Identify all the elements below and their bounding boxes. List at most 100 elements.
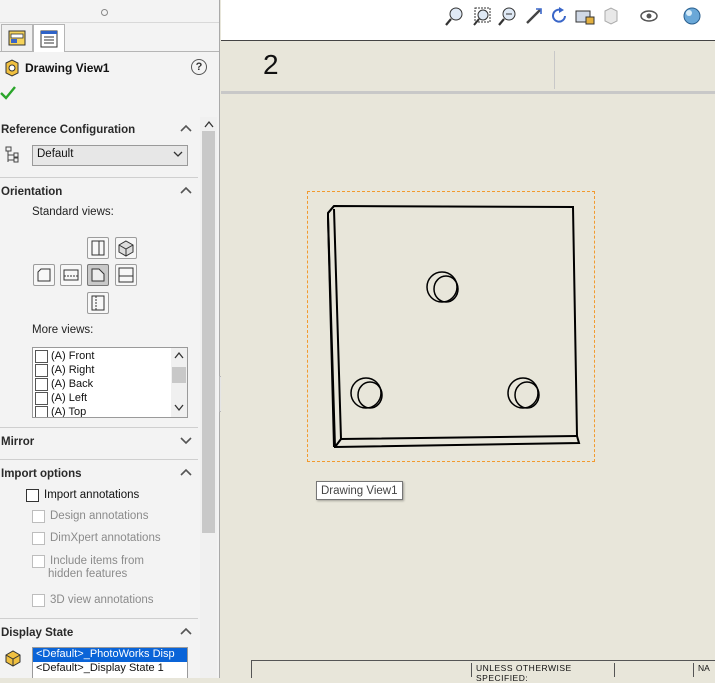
divider	[0, 427, 198, 428]
configuration-icon	[5, 146, 19, 163]
list-item[interactable]: (A) Top	[35, 405, 86, 417]
list-item-label: (A) Back	[51, 378, 94, 390]
hide-show-icon	[640, 10, 658, 22]
list-item[interactable]: <Default>_PhotoWorks Disp	[33, 648, 187, 663]
bottom-view-icon	[91, 295, 105, 311]
view-left-button[interactable]	[33, 264, 55, 286]
more-views-label: More views:	[32, 324, 94, 336]
section-title: Display State	[1, 627, 74, 639]
list-item[interactable]: <Default>_Display State 1	[33, 662, 187, 676]
title-block-cell: NA	[693, 663, 710, 677]
reference-configuration-select[interactable]: Default	[32, 145, 188, 166]
view-right-button[interactable]	[115, 264, 137, 286]
divider	[0, 618, 198, 619]
rotate-view-button[interactable]	[548, 5, 570, 27]
display-state-icon	[5, 650, 21, 667]
list-item[interactable]: (A) Left	[35, 391, 87, 405]
top-view-icon	[63, 269, 79, 281]
drawing-view-part[interactable]	[221, 41, 715, 501]
title-block-border	[251, 660, 252, 678]
orientation-header[interactable]: Orientation	[0, 183, 198, 201]
zoom-to-fit-button[interactable]	[444, 5, 466, 27]
scroll-up-icon[interactable]	[204, 120, 214, 128]
checkbox-label-continued: hidden features	[48, 568, 128, 580]
checkbox[interactable]	[35, 349, 48, 363]
divider	[0, 177, 198, 178]
checkbox-label: 3D view annotations	[50, 594, 154, 606]
list-icon	[40, 30, 58, 47]
isometric-view-icon	[118, 240, 134, 257]
dimxpert-annotations-checkbox: DimXpert annotations	[32, 530, 161, 546]
view-isometric-button[interactable]	[115, 237, 137, 259]
checkbox-label: Design annotations	[50, 510, 149, 522]
drawing-sheet[interactable]: 2 Drawing View1	[221, 41, 715, 678]
reference-configuration-header[interactable]: Reference Configuration	[0, 121, 198, 139]
previous-view-icon	[526, 8, 542, 24]
scroll-thumb[interactable]	[172, 367, 186, 383]
checkbox[interactable]	[26, 488, 39, 502]
checkbox[interactable]	[35, 405, 48, 417]
view-back-button[interactable]	[87, 237, 109, 259]
rotate-icon	[552, 7, 566, 23]
list-item[interactable]: (A) Front	[35, 349, 94, 363]
camera-view-icon	[575, 10, 595, 25]
checkbox[interactable]	[35, 377, 48, 391]
front-view-icon	[91, 268, 105, 282]
section-title: Import options	[1, 468, 82, 480]
scene-button[interactable]	[681, 5, 703, 27]
3d-view-annotations-checkbox: 3D view annotations	[32, 592, 154, 608]
mirror-header[interactable]: Mirror	[0, 433, 198, 451]
chevron-up-icon	[180, 627, 192, 635]
chevron-up-icon	[180, 468, 192, 476]
view-front-button[interactable]	[87, 264, 109, 286]
zoom-in-out-icon	[498, 7, 516, 26]
zoom-to-area-icon	[473, 7, 491, 26]
display-state-list[interactable]: <Default>_PhotoWorks Disp <Default>_Disp…	[32, 647, 188, 678]
view-top-button[interactable]	[60, 264, 82, 286]
panel-header: Drawing View1 ?	[0, 52, 219, 112]
globe-icon	[683, 7, 701, 25]
ok-checkmark-icon[interactable]	[0, 86, 16, 100]
tab-property-manager[interactable]	[1, 24, 33, 51]
divider	[0, 459, 198, 460]
import-options-header[interactable]: Import options	[0, 465, 198, 483]
chevron-up-icon	[180, 124, 192, 132]
view-bottom-button[interactable]	[87, 292, 109, 314]
chevron-up-icon	[180, 186, 192, 194]
view-orientation-button[interactable]	[574, 5, 596, 27]
zoom-to-area-button[interactable]	[471, 5, 493, 27]
scroll-down-icon[interactable]	[174, 404, 184, 412]
list-item[interactable]: (A) Right	[35, 363, 94, 377]
help-icon[interactable]: ?	[191, 59, 207, 75]
panel-collapse-grip[interactable]	[101, 9, 108, 16]
section-title: Orientation	[1, 186, 63, 198]
panel-top-bar	[0, 0, 219, 23]
checkbox	[32, 554, 45, 568]
previous-view-button[interactable]	[523, 5, 545, 27]
scroll-thumb[interactable]	[202, 131, 215, 533]
display-style-button[interactable]	[601, 5, 623, 27]
tab-feature-list[interactable]	[33, 24, 65, 52]
scroll-up-icon[interactable]	[174, 351, 184, 359]
panel-scrollbar[interactable]	[200, 117, 217, 678]
view-tooltip: Drawing View1	[316, 481, 403, 500]
back-view-icon	[91, 240, 105, 256]
checkbox	[32, 531, 45, 545]
checkbox[interactable]	[35, 363, 48, 377]
import-annotations-checkbox[interactable]: Import annotations	[26, 487, 139, 503]
checkbox[interactable]	[35, 391, 48, 405]
zoom-to-fit-icon	[445, 7, 463, 26]
hide-show-items-button[interactable]	[639, 5, 661, 27]
list-scrollbar[interactable]	[171, 348, 187, 417]
list-item[interactable]: (A) Back	[35, 377, 93, 391]
more-views-list[interactable]: (A) Front (A) Right (A) Back (A) Left (A…	[32, 347, 188, 418]
zoom-in-out-button[interactable]	[497, 5, 519, 27]
title-block-edge: UNLESS OTHERWISE SPECIFIED: NA	[221, 660, 715, 683]
display-state-header[interactable]: Display State	[0, 624, 198, 642]
left-view-icon	[37, 268, 51, 282]
design-annotations-checkbox: Design annotations	[32, 508, 148, 524]
include-hidden-items-checkbox: Include items from	[32, 553, 144, 569]
title-block-cell: UNLESS OTHERWISE SPECIFIED:	[471, 663, 615, 683]
chevron-down-icon	[180, 437, 192, 445]
checkbox-label: Include items from	[50, 555, 144, 567]
